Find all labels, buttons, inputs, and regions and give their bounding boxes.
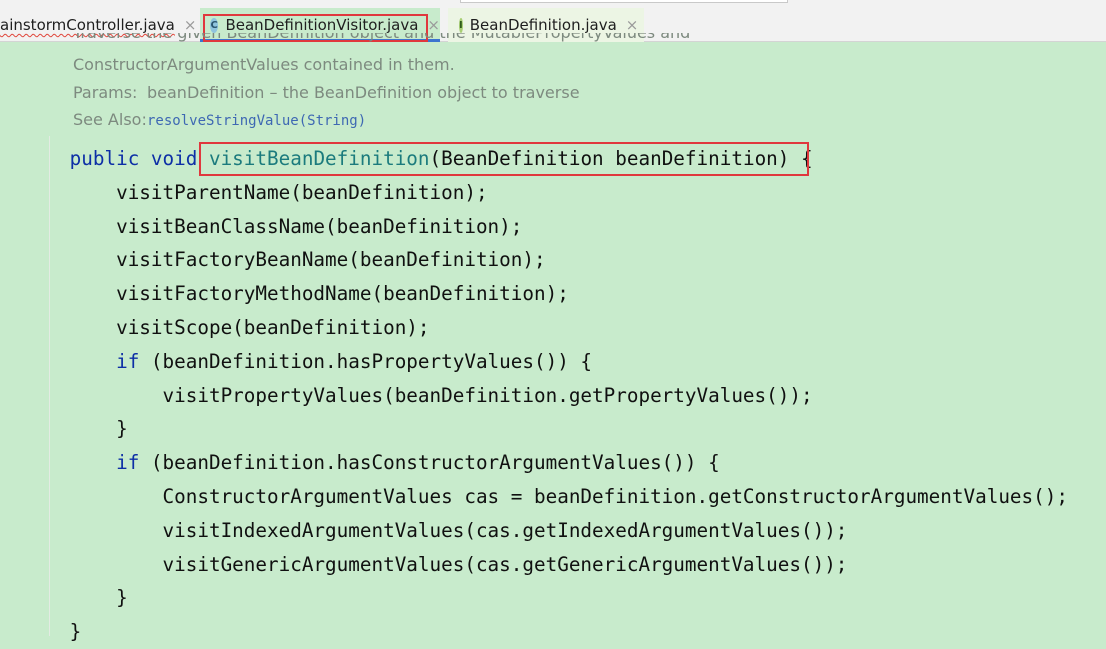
doc-params: Params: beanDefinition – the BeanDefiniti… bbox=[73, 83, 580, 102]
code-line: visitGenericArgumentValues(cas.getGeneri… bbox=[69, 552, 848, 576]
code-editor[interactable]: public void visitBeanDefinition(BeanDefi… bbox=[0, 142, 1068, 649]
top-strip bbox=[460, 0, 788, 3]
code-line: visitPropertyValues(beanDefinition.getPr… bbox=[69, 383, 813, 407]
see-also-link[interactable]: resolveStringValue(String) bbox=[147, 113, 366, 129]
doc-params-key: Params: bbox=[73, 83, 138, 102]
keyword-public-void: public void bbox=[69, 147, 209, 170]
code-line: } bbox=[69, 417, 128, 441]
interface-icon: I bbox=[459, 17, 463, 33]
code-line: visitBeanClassName(beanDefinition); bbox=[69, 214, 523, 238]
close-icon[interactable]: × bbox=[427, 16, 440, 34]
code-line: ConstructorArgumentValues cas = beanDefi… bbox=[69, 484, 1068, 508]
tab-label: ainstormController.java bbox=[0, 16, 175, 34]
code-line-if: if (beanDefinition.hasPropertyValues()) … bbox=[116, 349, 593, 373]
close-icon[interactable]: × bbox=[626, 16, 639, 34]
keyword-if: if bbox=[116, 349, 140, 373]
code-line: visitFactoryMethodName(beanDefinition); bbox=[69, 282, 569, 306]
code-line: visitFactoryBeanName(beanDefinition); bbox=[69, 248, 546, 272]
doc-line-partial: Traverse the given BeanDefinition object… bbox=[73, 33, 690, 48]
code-line: visitIndexedArgumentValues(cas.getIndexe… bbox=[69, 518, 848, 542]
code-line-if: if (beanDefinition.hasConstructorArgumen… bbox=[116, 451, 720, 475]
code-line: } bbox=[69, 620, 82, 644]
close-icon[interactable]: × bbox=[184, 16, 197, 34]
doc-line: ConstructorArgumentValues contained in t… bbox=[73, 55, 455, 74]
doc-see-key: See Also: bbox=[73, 110, 147, 129]
code-line: } bbox=[69, 586, 128, 610]
keyword-if: if bbox=[116, 451, 140, 475]
doc-see-also: See Also:resolveStringValue(String) bbox=[73, 110, 366, 129]
code-line: visitParentName(beanDefinition); bbox=[69, 180, 488, 204]
tab-label: BeanDefinition.java bbox=[469, 16, 617, 34]
code-line: visitScope(beanDefinition); bbox=[69, 315, 430, 339]
doc-params-value: beanDefinition – the BeanDefinition obje… bbox=[147, 83, 580, 102]
signature-highlight-box bbox=[199, 142, 809, 176]
